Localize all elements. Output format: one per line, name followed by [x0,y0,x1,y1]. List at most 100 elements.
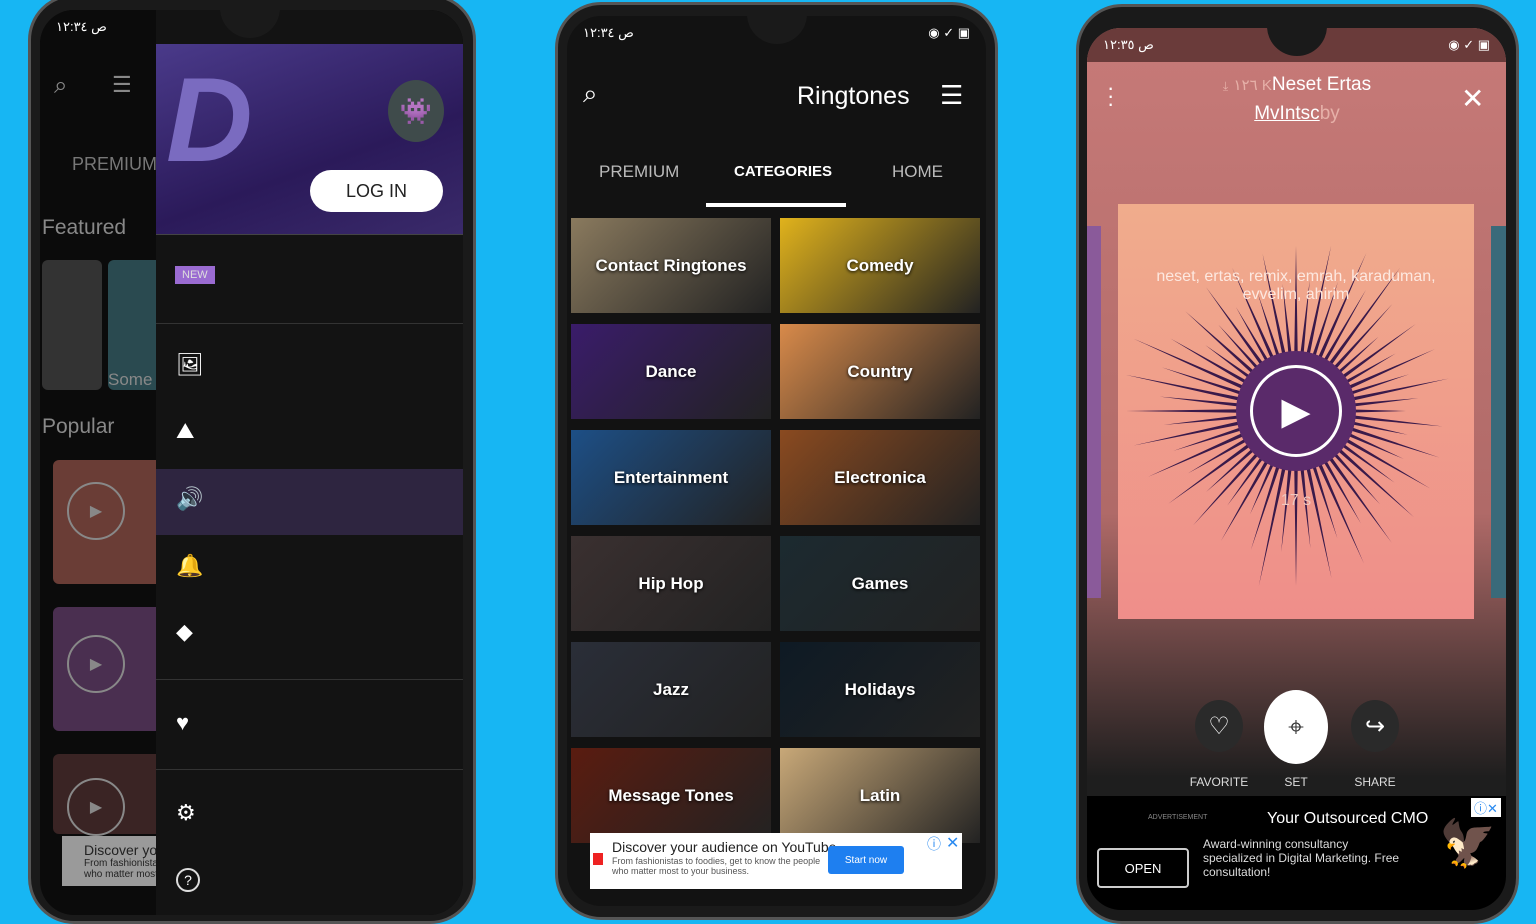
ad-info-close-icon[interactable]: ⓘ✕ [1471,798,1501,817]
divider [156,679,463,680]
category-label: Electronica [834,467,926,487]
ad-body: Award-winning consultancy specialized in… [1203,837,1400,879]
search-icon[interactable]: ⌕ [583,78,598,110]
new-badge: NEW [175,266,215,284]
category-label: Games [851,573,909,593]
category-tile[interactable]: Entertainment [571,430,771,525]
divider [156,769,463,770]
play-button[interactable]: ▶ [1250,365,1342,457]
song-title: Neset Ertas [1271,74,1372,95]
help-icon[interactable]: ? [176,868,200,892]
featured-card[interactable] [42,260,102,390]
premium-diamond-icon[interactable]: ◆ [176,619,193,645]
set-ringtone-button[interactable]: ⌖ [1264,690,1328,764]
category-tile[interactable]: Jazz [571,642,771,737]
category-tile[interactable]: Country [780,324,980,419]
live-wallpaper-icon[interactable]: ⛰ [176,418,194,444]
tab-premium[interactable]: PREMIUM [599,162,679,182]
category-tile[interactable]: Comedy [780,218,980,313]
featured-item-label: Some [108,370,153,389]
next-card [1491,226,1506,598]
author-prefix: by [1319,103,1340,124]
popular-card[interactable]: ▶ [53,754,163,836]
ad-banner[interactable]: ADVERTISEMENT Your Outsourced CMO Award-… [1087,796,1506,910]
duration: 17 s [1280,492,1312,509]
category-label: Hip Hop [638,573,704,593]
category-label: Entertainment [613,467,729,487]
download-icon: ⤓ [1222,79,1229,93]
ringtone-artwork-card[interactable]: neset, ertas, remix, emrah, karaduman, e… [1118,204,1474,619]
category-label: Comedy [846,255,914,275]
set-label: SET [1284,775,1308,789]
wallpaper-icon[interactable]: 🖼 [176,352,204,378]
ad-title: Discover your audience on YouTube [612,839,837,855]
navigation-drawer: D 👾 LOG IN NEW 🖼 ⛰ 🔊 🔔 ◆ ♥ ⚙ ? [156,10,463,915]
tab-categories[interactable]: CATEGORIES [734,163,832,180]
eagle-logo-icon: 🦅 [1439,817,1497,869]
avatar[interactable]: 👾 [388,80,444,142]
category-label: Message Tones [608,785,734,805]
phone-3-screen: ص ١٢:٣٥ ◉ ✓ ▣ · · · ⤓ ١٢٦ KNeset Ertas MvIn… [1087,28,1506,910]
menu-icon[interactable]: ☰ [940,80,963,111]
status-time: ص ١٢:٣٥ [1103,37,1154,52]
author-line: MvIntscby [1197,103,1397,125]
sort-icon[interactable]: ☰ [112,72,132,98]
active-tab-indicator [706,203,846,207]
play-icon[interactable]: ▶ [67,778,125,836]
more-options-icon[interactable]: · · · [1107,77,1114,115]
category-label: Jazz [653,679,689,699]
ad-body: From fashionistas to foodies, get to kno… [612,856,821,876]
category-label: Dance [645,361,697,381]
popular-card[interactable]: ▶ [53,460,163,584]
category-tile[interactable]: Dance [571,324,771,419]
share-button[interactable]: ↪ [1351,700,1399,752]
favorite-label: FAVORITE [1189,775,1249,789]
tab-home[interactable]: HOME [892,162,943,182]
ringtone-tags: neset, ertas, remix, emrah, karaduman, e… [1156,268,1436,303]
category-tile[interactable]: Holidays [780,642,980,737]
share-label: SHARE [1354,775,1396,789]
ad-open-button[interactable]: OPEN [1097,848,1189,888]
play-icon[interactable]: ▶ [67,482,125,540]
youtube-icon [593,853,603,865]
ad-cta-button[interactable]: Start now [828,846,904,874]
login-button[interactable]: LOG IN [310,170,443,212]
ad-title: Your Outsourced CMO [1267,810,1429,827]
status-time: ص ١٢:٣٤ [583,25,634,40]
ad-close-icon[interactable]: ✕ [946,833,959,853]
category-label: Latin [859,785,901,805]
category-tile[interactable]: Games [780,536,980,631]
search-icon[interactable]: ⌕ [54,72,67,100]
phone-1-screen: ص ١٢:٣٤◉ ✓ ▣ ⌕ ☰ PREMIUM Featured Some P… [40,10,463,915]
settings-gear-icon[interactable]: ⚙ [176,800,196,826]
divider [156,323,463,324]
favorite-button[interactable]: ♡ [1195,700,1243,752]
category-label: Contact Ringtones [595,255,747,275]
status-icons: ◉ ✓ ▣ [928,25,970,40]
ad-info-icon[interactable]: ⓘ [927,834,941,854]
category-tile[interactable]: Contact Ringtones [571,218,771,313]
popular-heading: Popular [42,415,115,438]
category-tile[interactable]: Electronica [780,430,980,525]
play-icon[interactable]: ▶ [67,635,125,693]
category-tile[interactable]: Hip Hop [571,536,771,631]
ad-tag: ADVERTISEMENT [1148,814,1208,821]
category-tile[interactable]: Message Tones [571,748,771,843]
category-label: Country [847,361,913,381]
ad-banner[interactable]: Discover your audience on YouTube From f… [590,833,962,889]
ringtone-icon[interactable]: 🔊 [176,486,203,512]
close-icon[interactable]: ✕ [1461,82,1484,115]
tab-premium[interactable]: PREMIUM [72,154,157,175]
divider [156,234,463,235]
favorite-heart-icon[interactable]: ♥ [176,710,189,736]
status-time: ص ١٢:٣٤ [56,19,107,34]
category-tile[interactable]: Latin [780,748,980,843]
popular-card[interactable]: ▶ [53,607,163,731]
notification-bell-icon[interactable]: 🔔 [176,553,203,579]
song-header: ⤓ ١٢٦ KNeset Ertas [1197,74,1397,96]
page-title: Ringtones [797,82,910,110]
phone-2-screen: ص ١٢:٣٤ ◉ ✓ ▣ ⌕ Ringtones ☰ PREMIUM CATEG… [567,16,986,906]
status-icons: ◉ ✓ ▣ [1448,37,1490,52]
prev-card [1087,226,1101,598]
author-link[interactable]: MvIntsc [1254,103,1319,124]
